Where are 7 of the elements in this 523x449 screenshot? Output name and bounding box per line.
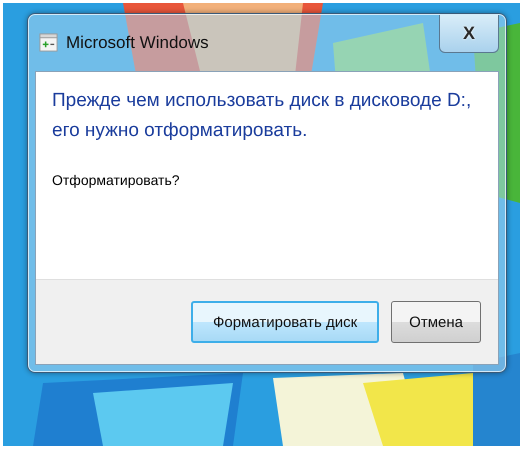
- window-title: Microsoft Windows: [66, 32, 210, 52]
- main-instruction: Прежде чем использовать диск в дисководе D:, его нужно отформатировать.: [52, 89, 472, 143]
- close-button[interactable]: X: [439, 15, 499, 53]
- dialog-button[interactable]: Отмена: [391, 301, 481, 343]
- question-text: Отформатировать?: [52, 172, 181, 188]
- dialog-button[interactable]: Форматировать диск: [190, 301, 380, 343]
- window-icon: [39, 33, 58, 52]
